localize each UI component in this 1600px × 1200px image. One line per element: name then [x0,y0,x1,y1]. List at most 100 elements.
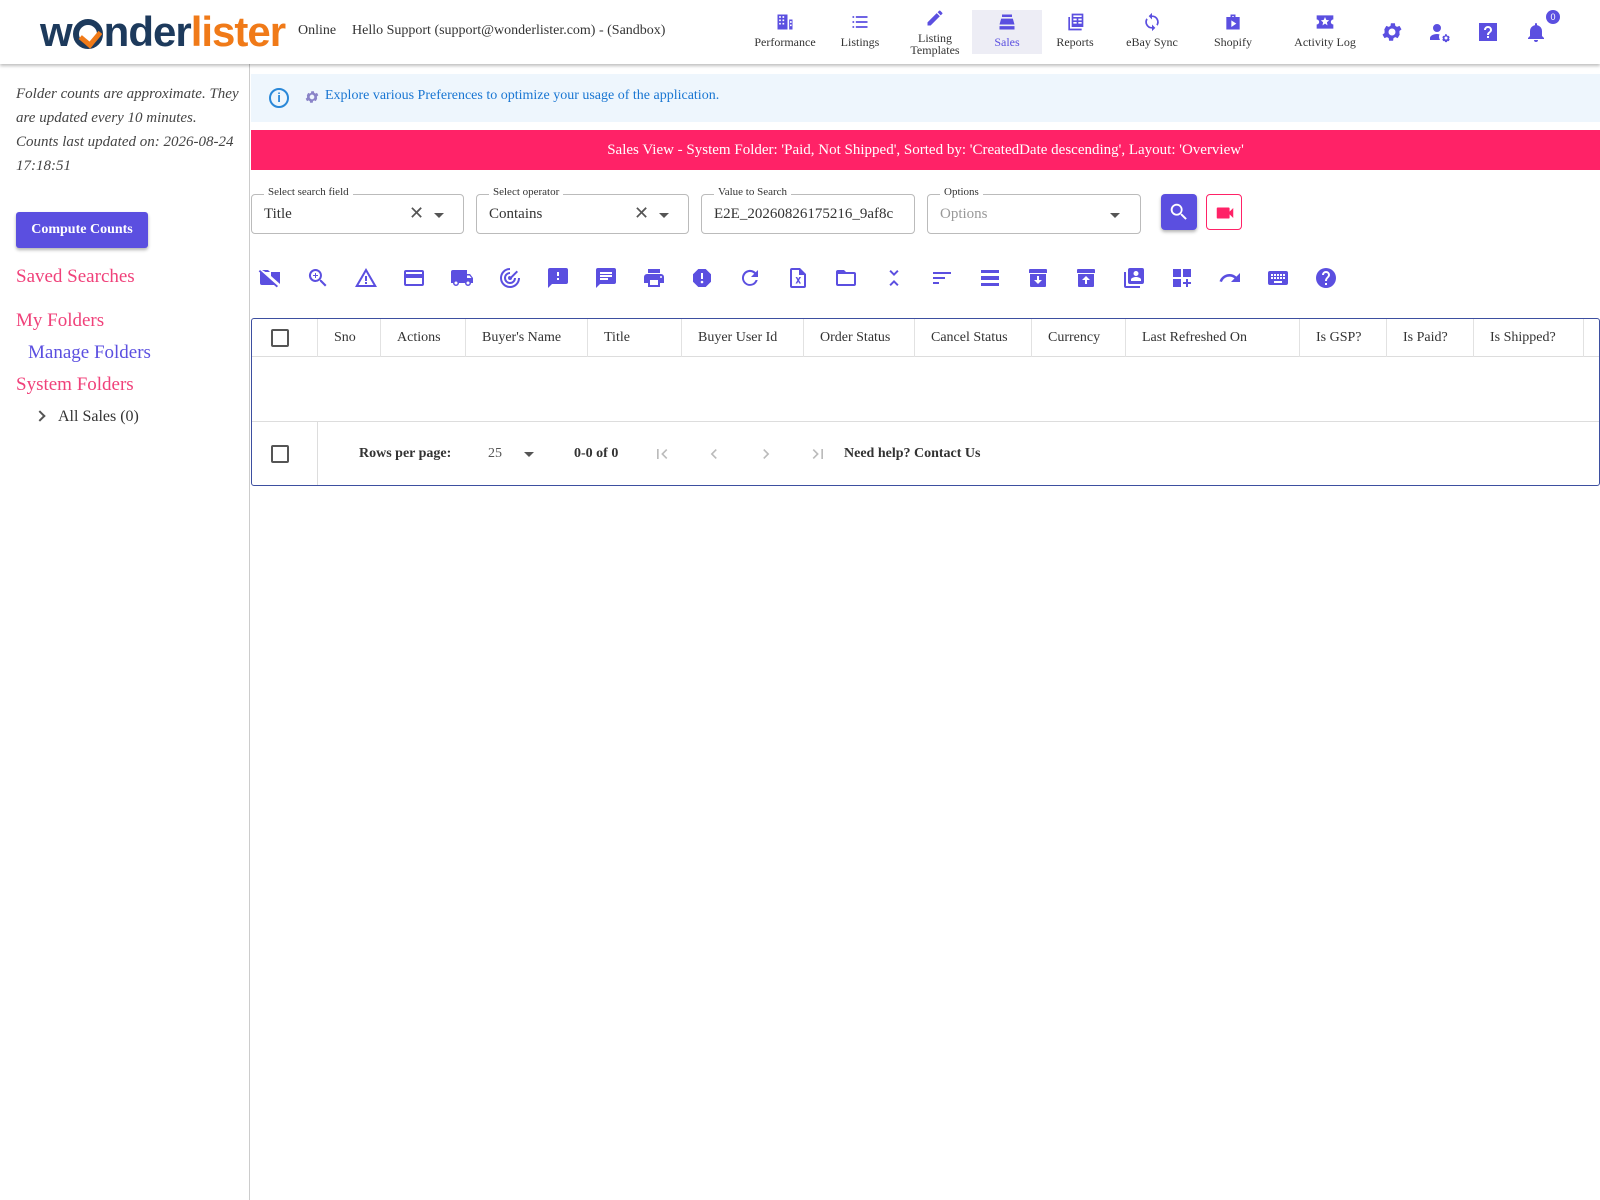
select-all-checkbox[interactable] [271,329,289,347]
bulk-copy-icon[interactable] [1122,266,1146,290]
print-icon[interactable] [642,266,666,290]
footer-divider [317,422,318,485]
search-button[interactable] [1161,194,1197,230]
redo-icon[interactable] [1218,266,1242,290]
search-value-input[interactable]: Value to Search E2E_20260826175216_9af8c [701,186,915,234]
video-tutorial-button[interactable] [1206,194,1242,230]
tree-item-all-sales[interactable]: All Sales (0) [34,408,139,426]
column-header[interactable]: Sno [318,319,381,357]
manage-folders-link[interactable]: Manage Folders [28,342,151,364]
last-page-icon[interactable] [808,444,828,464]
column-header[interactable]: Buyer User Id [682,319,804,357]
folder-icon[interactable] [834,266,858,290]
nav-listing-templates[interactable]: Listing Templates [905,6,965,56]
feedback-alert-icon[interactable] [546,266,570,290]
nav-ebay-sync[interactable]: eBay Sync [1120,10,1184,54]
dispute-icon[interactable] [690,266,714,290]
nav-shopify[interactable]: Shopify [1205,10,1261,54]
chevron-right-icon[interactable] [34,410,46,422]
wonderlister-logo[interactable]: w nderlister [40,8,286,55]
previous-page-icon[interactable] [704,444,724,464]
nav-activity-log[interactable]: Activity Log [1290,10,1360,54]
help-box-icon[interactable] [1476,20,1500,44]
online-status: Online [298,23,337,38]
nav-label: Activity Log [1294,35,1356,49]
excel-export-icon[interactable] [786,266,810,290]
activity-log-icon [1316,15,1334,29]
settings-gear-icon[interactable] [1380,20,1404,44]
column-header[interactable]: Title [588,319,682,357]
payment-card-icon[interactable] [402,266,426,290]
column-header[interactable]: Is GSP? [1300,319,1387,357]
grid-header-row: Sno Actions Buyer's Name Title Buyer Use… [252,319,1599,357]
hide-folder-icon[interactable] [258,266,282,290]
keyboard-icon[interactable] [1266,266,1290,290]
pagination-range: 0-0 of 0 [574,446,619,461]
user-settings-icon[interactable] [1428,20,1452,44]
saved-searches-link[interactable]: Saved Searches [16,266,135,288]
operator-select[interactable]: Select operator Contains ✕ [476,186,689,234]
sort-icon[interactable] [930,266,954,290]
nav-reports[interactable]: Reports [1050,10,1100,54]
next-page-icon[interactable] [756,444,776,464]
message-icon[interactable] [594,266,618,290]
top-bar: w nderlister Online Hello Support (suppor… [0,0,1600,64]
refresh-icon[interactable] [738,266,762,290]
search-icon [1170,203,1187,220]
dropdown-arrow-icon[interactable] [659,213,669,218]
zoom-search-icon[interactable] [306,266,330,290]
system-folders-link[interactable]: System Folders [16,374,134,396]
operator-label: Select operator [489,186,564,198]
tracking-radar-icon[interactable] [498,266,522,290]
search-field-select[interactable]: Select search field Title ✕ [251,186,464,234]
folder-count-note: Folder counts are approximate. They are … [16,82,241,178]
help-circle-icon[interactable] [1314,266,1338,290]
logo-text-w: w [40,8,73,55]
counts-last-updated: Counts last updated on: 2026-08-24 17:18… [16,134,234,174]
info-bar: i Explore various Preferences to optimiz… [251,74,1600,122]
notification-bell-icon[interactable] [1524,20,1548,44]
nav-sales[interactable]: Sales [972,10,1042,54]
sales-grid: Sno Actions Buyer's Name Title Buyer Use… [251,318,1600,486]
nav-listings[interactable]: Listings [830,10,890,54]
column-header[interactable]: Order Status [804,319,915,357]
list-icon [852,16,868,28]
dropdown-arrow-icon[interactable] [434,213,444,218]
contact-us-link[interactable]: Need help? Contact Us [844,446,981,462]
all-sales-label: All Sales (0) [58,408,139,425]
my-folders-link[interactable]: My Folders [16,310,104,332]
add-widget-icon[interactable] [1170,266,1194,290]
archive-icon[interactable] [1026,266,1050,290]
search-field-value: Title [264,206,292,222]
unarchive-icon[interactable] [1074,266,1098,290]
select-all-cell [252,319,318,357]
column-header[interactable]: Cancel Status [915,319,1032,357]
options-placeholder: Options [940,206,988,222]
preferences-gear-icon [305,91,319,103]
shipping-truck-icon[interactable] [450,266,474,290]
rows-per-page-dropdown-icon[interactable] [524,452,534,457]
clear-icon[interactable]: ✕ [634,204,649,224]
warning-icon[interactable] [354,266,378,290]
clear-icon[interactable]: ✕ [409,204,424,224]
column-header[interactable]: Currency [1032,319,1126,357]
density-icon[interactable] [978,266,1002,290]
rows-per-page-value[interactable]: 25 [488,446,502,462]
column-header[interactable]: Is Shipped? [1474,319,1584,357]
preferences-link[interactable]: Explore various Preferences to optimize … [325,88,719,104]
first-page-icon[interactable] [652,444,672,464]
column-header[interactable]: Last Refreshed On [1126,319,1300,357]
dropdown-arrow-icon[interactable] [1110,213,1120,218]
options-select[interactable]: Options Options [927,186,1141,234]
footer-select-checkbox[interactable] [271,445,289,463]
logo-check-icon [72,19,103,49]
column-header[interactable]: Is Paid? [1387,319,1474,357]
column-header[interactable]: Actions [381,319,466,357]
column-header[interactable]: Buyer's Name [466,319,588,357]
compute-counts-button[interactable]: Compute Counts [16,212,148,248]
collapse-icon[interactable] [882,266,906,290]
operator-value: Contains [489,206,543,222]
nav-performance[interactable]: Performance [750,10,820,54]
folder-count-note-text: Folder counts are approximate. They are … [16,86,239,126]
nav-label: eBay Sync [1126,35,1178,49]
